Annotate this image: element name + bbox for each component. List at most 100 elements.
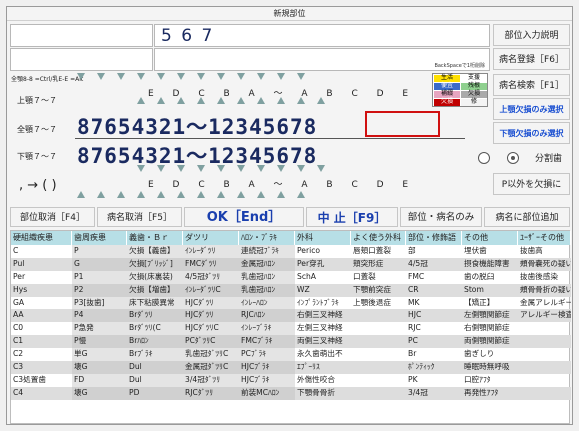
grid-item[interactable]: Brﾀﾞﾂﾘ(C: [127, 322, 183, 336]
grid-item[interactable]: 3/4冠ﾀﾞﾂﾘ: [183, 373, 239, 387]
grid-item[interactable]: 前装MCﾊﾛﾝ: [239, 386, 295, 400]
grid-item[interactable]: Dul: [127, 373, 183, 387]
grid-column-header[interactable]: ﾕｰｻﾞｰその他: [518, 231, 571, 245]
grid-column-header[interactable]: ﾊﾛﾝ・ﾌﾞﾗｷ: [239, 231, 295, 245]
grid-item[interactable]: 抜歯後感染: [518, 271, 571, 284]
grid-item[interactable]: [351, 386, 406, 400]
grid-item[interactable]: HJCﾀﾞﾂﾘ: [183, 309, 239, 323]
grid-item[interactable]: C3処置歯: [11, 374, 72, 387]
grid-item[interactable]: [351, 309, 406, 323]
grid-column-header[interactable]: その他: [462, 231, 518, 245]
grid-item[interactable]: 左側顎関節症: [462, 309, 518, 323]
grid-item[interactable]: 欠損【義歯】: [127, 245, 183, 258]
upper-jaw-label[interactable]: 上顎７～７: [17, 95, 57, 106]
select-upper-missing-button[interactable]: 上顎欠損のみ選択: [493, 98, 570, 120]
grid-item[interactable]: PCﾀﾞﾂﾘC: [183, 335, 239, 349]
grid-item[interactable]: 4/5冠ﾀﾞﾂﾘ: [183, 270, 239, 284]
grid-item[interactable]: 左側三叉神経: [295, 322, 351, 335]
grid-item[interactable]: 歯の脱臼: [462, 271, 518, 284]
grid-item[interactable]: 下顎骨骨折: [295, 386, 351, 400]
grid-item[interactable]: 乳歯冠ﾊﾛﾝ: [239, 283, 295, 297]
grid-item[interactable]: 金属冠ﾊﾛﾝ: [239, 257, 295, 271]
grid-item[interactable]: 乳歯冠ﾀﾞﾂﾘC: [183, 348, 239, 362]
grid-item[interactable]: ｲﾝﾚｰﾀﾞﾂﾘ: [183, 245, 239, 258]
grid-item[interactable]: Dul: [127, 361, 183, 374]
grid-column-header[interactable]: 外科: [295, 231, 351, 245]
grid-item[interactable]: P3[抜歯]: [72, 296, 127, 310]
grid-item[interactable]: Per: [11, 271, 72, 284]
grid-item[interactable]: C4: [11, 386, 72, 400]
grid-item[interactable]: ｲﾝﾌﾟﾗﾝﾄﾌﾞﾗｷ: [295, 297, 351, 310]
grid-column-header[interactable]: ダツリ: [183, 231, 239, 245]
grid-item[interactable]: HJC: [406, 309, 462, 323]
grid-item[interactable]: 欠損【増歯】: [127, 283, 183, 297]
grid-item[interactable]: [351, 374, 406, 387]
grid-item[interactable]: 両側顎関節症: [462, 335, 518, 349]
grid-item[interactable]: C3: [11, 361, 72, 374]
grid-item[interactable]: HJCﾀﾞﾂﾘ: [183, 296, 239, 310]
site-input-left[interactable]: [10, 24, 153, 47]
grid-item[interactable]: [518, 322, 571, 335]
grid-item[interactable]: 単G: [72, 348, 127, 362]
all-jaw-label[interactable]: 全顎７～７: [17, 124, 57, 135]
grid-column-header[interactable]: 部位・修飾語: [406, 231, 462, 245]
grid-item[interactable]: 下顎前突症: [351, 283, 406, 297]
grid-item[interactable]: 部: [406, 245, 462, 258]
grid-item[interactable]: C2: [11, 348, 72, 361]
grid-item[interactable]: PCﾌﾞﾗｷ: [239, 348, 295, 362]
grid-item[interactable]: ﾎﾟﾝﾃｨｯｸ: [406, 361, 462, 374]
grid-item[interactable]: FMCﾌﾞﾗｷ: [239, 335, 295, 349]
grid-item[interactable]: 抜歯高: [518, 245, 571, 258]
symbol-keys[interactable]: , → ( ): [19, 178, 57, 193]
grid-item[interactable]: [351, 348, 406, 361]
grid-item[interactable]: 欠損[ﾌﾞﾘｯｼﾞ]: [127, 257, 183, 271]
grid-item[interactable]: [518, 361, 571, 374]
grid-item[interactable]: 4/5冠: [406, 257, 462, 271]
grid-column-header[interactable]: 歯周疾患: [72, 231, 127, 245]
grid-item[interactable]: [518, 386, 571, 400]
grid-item[interactable]: [351, 322, 406, 335]
grid-item[interactable]: G: [72, 257, 127, 271]
grid-item[interactable]: Perico: [295, 245, 351, 258]
grid-item[interactable]: 連続冠ﾌﾞﾗｷ: [239, 245, 295, 258]
grid-item[interactable]: PC: [406, 335, 462, 349]
grid-item[interactable]: Pul: [11, 257, 72, 271]
register-disease-button[interactable]: 病名登録［F6］: [493, 48, 570, 70]
grid-item[interactable]: MK: [406, 297, 462, 310]
grid-item[interactable]: HJCﾌﾞﾗｷ: [239, 361, 295, 374]
grid-item[interactable]: WZ: [295, 283, 351, 297]
grid-item[interactable]: RJC: [406, 322, 462, 335]
disease-input-left[interactable]: [10, 48, 153, 71]
search-disease-button[interactable]: 病名検索［F1］: [493, 74, 570, 96]
grid-item[interactable]: P: [72, 245, 127, 258]
grid-item[interactable]: Brﾀﾞﾂﾘ: [127, 309, 183, 323]
grid-item[interactable]: FD: [72, 373, 127, 387]
grid-item[interactable]: C0: [11, 322, 72, 335]
grid-item[interactable]: P急発: [72, 322, 127, 336]
select-lower-missing-button[interactable]: 下顎欠損のみ選択: [493, 122, 570, 144]
upper-permanent-teeth[interactable]: 87654321～12345678: [77, 111, 317, 141]
disease-input-main[interactable]: BackSpaceで1桁削除: [154, 48, 490, 71]
site-input-main[interactable]: 5 6 7: [154, 24, 490, 47]
grid-item[interactable]: 右側顎関節症: [462, 322, 518, 335]
cancel-site-button[interactable]: 部位取消［F4］: [10, 207, 95, 227]
grid-item[interactable]: P2: [72, 283, 127, 297]
grid-item[interactable]: 乳歯冠ﾊﾛﾝ: [239, 270, 295, 284]
grid-item[interactable]: CR: [406, 283, 462, 297]
grid-item[interactable]: Brﾊﾛﾝ: [127, 335, 183, 349]
grid-item[interactable]: 金属アレルギー: [518, 297, 571, 310]
grid-item[interactable]: 歯ぎしり: [462, 348, 518, 361]
radio-option-2[interactable]: [507, 152, 519, 164]
grid-item[interactable]: [351, 335, 406, 349]
grid-item[interactable]: 両側三叉神経: [295, 335, 351, 349]
grid-item[interactable]: 摂食機能障害: [462, 257, 518, 271]
grid-item[interactable]: Br: [406, 348, 462, 361]
grid-item[interactable]: RJCﾀﾞﾂﾘ: [183, 386, 239, 400]
grid-item[interactable]: 上顎後退症: [351, 297, 406, 310]
grid-item[interactable]: 床下粘膜異常: [127, 296, 183, 310]
stop-button[interactable]: 中 止［F9］: [306, 207, 398, 227]
grid-item[interactable]: FMC: [406, 271, 462, 284]
grid-item[interactable]: P慢: [72, 335, 127, 349]
grid-item[interactable]: GA: [11, 297, 72, 310]
grid-item[interactable]: 外傷性咬合: [295, 374, 351, 387]
